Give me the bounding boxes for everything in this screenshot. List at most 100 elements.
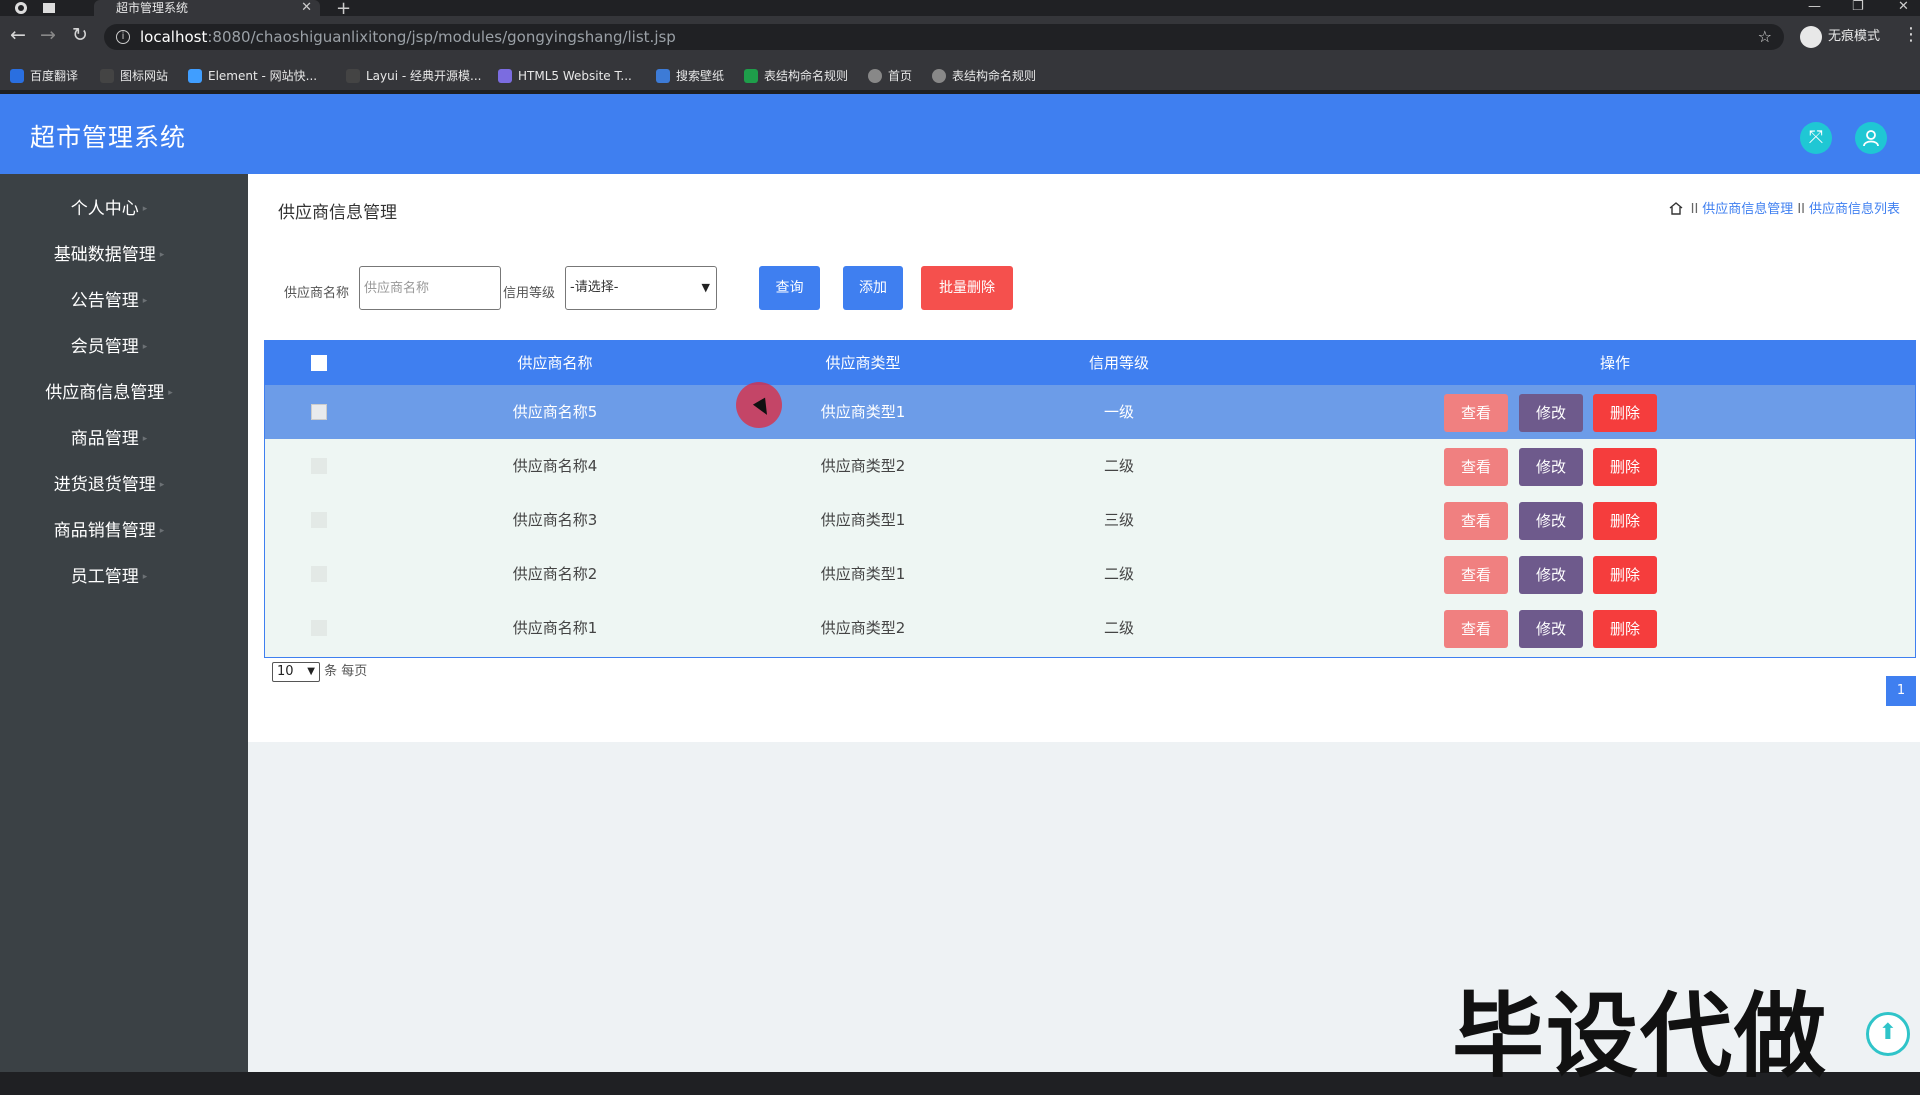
sidebar-item-staff[interactable]: 员工管理 ▸ (0, 554, 218, 600)
window-close-icon[interactable]: ✕ (1898, 0, 1909, 14)
globe-icon[interactable] (14, 1, 28, 15)
sidebar-item-supplier[interactable]: 供应商信息管理 ▸ (0, 370, 218, 416)
url-host: localhost (140, 28, 208, 46)
fullscreen-icon[interactable]: ⤧ (1800, 122, 1832, 154)
incognito-icon (1800, 26, 1822, 48)
bookmark-item[interactable]: 表结构命名规则 (744, 62, 848, 90)
table-header: 供应商名称 供应商类型 信用等级 操作 (265, 341, 1915, 385)
tab-close-icon[interactable]: ✕ (301, 0, 312, 16)
chevron-right-icon: ▸ (159, 480, 165, 490)
bookmark-item[interactable]: 首页 (868, 62, 912, 90)
delete-button[interactable]: 删除 (1593, 556, 1657, 594)
sidebar-item-member[interactable]: 会员管理 ▸ (0, 324, 218, 370)
breadcrumb-separator: II (1690, 202, 1699, 217)
cell-credit-level: 二级 (1103, 457, 1134, 475)
app: 超市管理系统 ⤧ 个人中心 ▸ 基础数据管理 ▸ 公告管理 ▸ 会员管理 ▸ 供应商信息… (0, 94, 1920, 1090)
sidebar: 个人中心 ▸ 基础数据管理 ▸ 公告管理 ▸ 会员管理 ▸ 供应商信息管理 ▸ 商品管理 ▸… (0, 174, 248, 1072)
cell-supplier-type: 供应商类型2 (820, 457, 906, 475)
scroll-to-top-icon[interactable]: ⬆ (1866, 1012, 1910, 1056)
credit-level-select[interactable]: -请选择- ▼ (565, 266, 717, 310)
delete-button[interactable]: 删除 (1593, 448, 1657, 486)
view-button[interactable]: 查看 (1444, 502, 1508, 540)
column-header: 供应商名称 (517, 354, 593, 372)
cell-credit-level: 三级 (1103, 511, 1134, 529)
chevron-right-icon: ▸ (168, 388, 173, 398)
browser-menu-icon[interactable]: ⋮ (1902, 24, 1920, 45)
chevron-right-icon: ▸ (142, 204, 148, 214)
url-field[interactable]: i localhost:8080/chaoshiguanlixitong/jsp… (104, 24, 1784, 50)
cell-credit-level: 二级 (1103, 565, 1134, 583)
breadcrumb-item[interactable]: 供应商信息管理 (1702, 202, 1793, 217)
restore-icon[interactable]: ❐ (1852, 0, 1864, 14)
bookmark-icon (346, 69, 360, 83)
row-checkbox[interactable] (311, 620, 327, 636)
row-checkbox[interactable] (311, 512, 327, 528)
bookmark-item[interactable]: 表结构命名规则 (932, 62, 1036, 90)
sidebar-item-profile[interactable]: 个人中心 ▸ (0, 186, 218, 232)
bookmark-item[interactable]: 搜索壁纸 (656, 62, 724, 90)
view-button[interactable]: 查看 (1444, 556, 1508, 594)
sidebar-item-sales[interactable]: 商品销售管理 ▸ (0, 508, 218, 554)
bookmark-icon (744, 69, 758, 83)
delete-button[interactable]: 删除 (1593, 394, 1657, 432)
table-row[interactable]: 供应商名称1 供应商类型2 二级 查看 修改 删除 (265, 601, 1915, 655)
bookmark-icon (100, 69, 114, 83)
row-checkbox[interactable] (311, 566, 327, 582)
bookmark-item[interactable]: Element - 网站快... (188, 62, 317, 90)
batch-delete-button[interactable]: 批量删除 (921, 266, 1013, 310)
bookmark-item[interactable]: Layui - 经典开源模... (346, 62, 481, 90)
chevron-down-icon: ▼ (307, 666, 315, 677)
credit-level-selected: -请选择- (570, 280, 619, 295)
browser-tab-active[interactable]: 超市管理系统 ✕ (94, 0, 320, 16)
breadcrumb-item[interactable]: 供应商信息列表 (1809, 202, 1900, 217)
reload-icon[interactable]: ↻ (72, 24, 88, 46)
row-checkbox[interactable] (311, 404, 327, 420)
page-number-button[interactable]: 1 (1886, 676, 1916, 706)
bookmark-star-icon[interactable]: ☆ (1758, 24, 1772, 50)
back-icon[interactable]: ← (10, 24, 26, 46)
incognito-label: 无痕模式 (1828, 29, 1881, 44)
bookmark-item[interactable]: HTML5 Website T... (498, 62, 632, 90)
tab-title: 超市管理系统 (116, 1, 189, 15)
address-toolbar: ← → ↻ i localhost:8080/chaoshiguanlixito… (0, 16, 1920, 68)
view-button[interactable]: 查看 (1444, 448, 1508, 486)
table-row[interactable]: 供应商名称4 供应商类型2 二级 查看 修改 删除 (265, 439, 1915, 493)
view-button[interactable]: 查看 (1444, 610, 1508, 648)
edit-button[interactable]: 修改 (1519, 448, 1583, 486)
page-size-select[interactable]: 10 ▼ (272, 662, 320, 682)
bookmark-icon (10, 69, 24, 83)
info-icon[interactable]: i (116, 30, 130, 44)
row-checkbox[interactable] (311, 458, 327, 474)
sidebar-item-purchase-return[interactable]: 进货退货管理 ▸ (0, 462, 218, 508)
delete-button[interactable]: 删除 (1593, 502, 1657, 540)
incognito-indicator[interactable]: 无痕模式 (1800, 24, 1880, 50)
globe-icon (868, 69, 882, 83)
edit-button[interactable]: 修改 (1519, 394, 1583, 432)
add-button[interactable]: 添加 (843, 266, 903, 310)
pagination: 10 ▼ 条 每页 (272, 660, 367, 682)
search-form: 供应商名称 信用等级 -请选择- ▼ 查询 添加 批量删除 (248, 266, 1248, 312)
supplier-name-input[interactable] (359, 266, 501, 310)
tab-list-icon[interactable] (42, 1, 56, 15)
table-row[interactable]: 供应商名称2 供应商类型1 二级 查看 修改 删除 (265, 547, 1915, 601)
edit-button[interactable]: 修改 (1519, 556, 1583, 594)
bookmark-item[interactable]: 图标网站 (100, 62, 168, 90)
breadcrumb-separator: II (1797, 202, 1805, 217)
view-button[interactable]: 查看 (1444, 394, 1508, 432)
delete-button[interactable]: 删除 (1593, 610, 1657, 648)
select-all-checkbox[interactable] (311, 355, 327, 371)
table-row[interactable]: 供应商名称5 供应商类型1 一级 查看 修改 删除 (265, 385, 1915, 439)
sidebar-item-base-data[interactable]: 基础数据管理 ▸ (0, 232, 218, 278)
minimize-icon[interactable]: — (1808, 0, 1821, 14)
forward-icon[interactable]: → (40, 24, 56, 46)
table-row[interactable]: 供应商名称3 供应商类型1 三级 查看 修改 删除 (265, 493, 1915, 547)
edit-button[interactable]: 修改 (1519, 610, 1583, 648)
sidebar-item-goods[interactable]: 商品管理 ▸ (0, 416, 218, 462)
edit-button[interactable]: 修改 (1519, 502, 1583, 540)
query-button[interactable]: 查询 (759, 266, 820, 310)
supplier-name-label: 供应商名称 (284, 286, 350, 301)
home-icon[interactable] (1669, 202, 1683, 215)
sidebar-item-notice[interactable]: 公告管理 ▸ (0, 278, 218, 324)
bookmark-item[interactable]: 百度翻译 (10, 62, 78, 90)
user-icon[interactable] (1855, 122, 1887, 154)
